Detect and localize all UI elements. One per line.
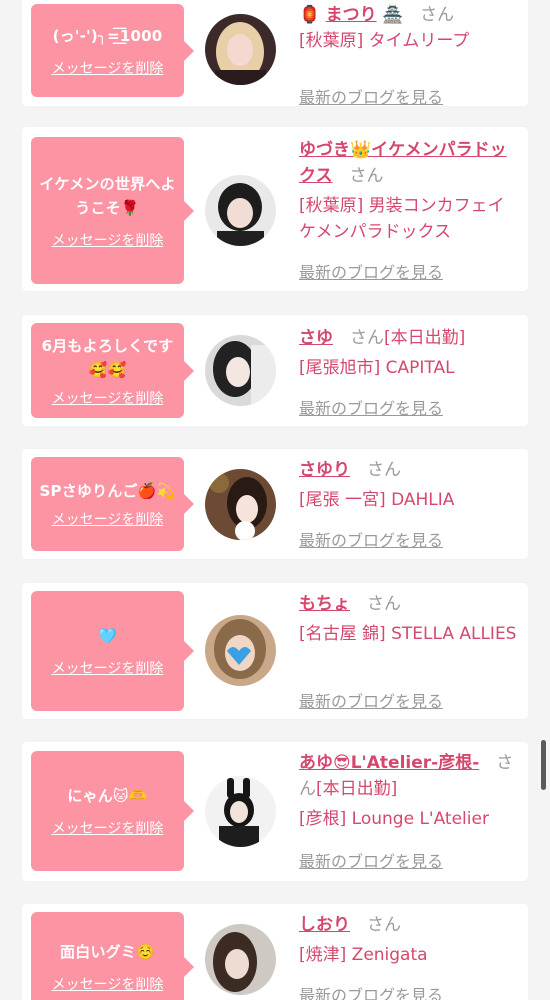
avatar-image bbox=[205, 924, 276, 995]
latest-blog-link[interactable]: 最新のブログを見る bbox=[299, 688, 443, 712]
bubble-message: 🩵 bbox=[98, 627, 117, 645]
honorific: さん bbox=[420, 5, 455, 25]
name-prefix-icon: 🏮 bbox=[299, 5, 321, 25]
avatar-image bbox=[205, 335, 276, 406]
avatar[interactable] bbox=[205, 175, 276, 246]
avatar[interactable] bbox=[205, 469, 276, 540]
cast-info: ゆづき👑イケメンパラドックス さん [秋葉原] 男装コンカフェイケメンパラドック… bbox=[299, 137, 521, 282]
cast-card: 🩵 メッセージを削除 もちょ さん [名古屋 錦] STELLA ALLIES … bbox=[22, 583, 528, 719]
delete-message-link[interactable]: メッセージを削除 bbox=[52, 230, 164, 250]
bubble-message: イケメンの世界へようこそ🌹 bbox=[39, 174, 176, 217]
honorific: さん bbox=[367, 594, 401, 614]
avatar-image bbox=[205, 615, 276, 686]
avatar[interactable] bbox=[205, 924, 276, 995]
shop-name: [名古屋 錦] STELLA ALLIES bbox=[299, 624, 517, 644]
shop-name: [焼津] Zenigata bbox=[299, 945, 428, 965]
avatar-image bbox=[205, 175, 276, 246]
message-bubble: 🩵 メッセージを削除 bbox=[31, 591, 194, 711]
cast-info: さゆ さん[本日出勤] [尾張旭市] CAPITAL 最新のブログを見る bbox=[299, 325, 521, 418]
cast-card: 面白いグミ☺️ メッセージを削除 しおり さん [焼津] Zenigata 最新… bbox=[22, 904, 528, 1000]
cast-name-link[interactable]: ゆづき👑イケメンパラドックス bbox=[299, 140, 507, 186]
message-bubble: 6月もよろしくです🥰🥰 メッセージを削除 bbox=[31, 323, 194, 418]
shop-name: [秋葉原] 男装コンカフェイケメンパラドックス bbox=[299, 196, 505, 242]
work-status: [本日出勤] bbox=[316, 779, 398, 799]
cast-card: イケメンの世界へようこそ🌹 メッセージを削除 ゆづき👑イケメンパラドックス さん… bbox=[22, 127, 528, 291]
avatar-image bbox=[205, 14, 276, 85]
avatar[interactable] bbox=[205, 14, 276, 85]
cast-info: 🏮 まつり 🏯 さん [秋葉原] タイムリープ 最新のブログを見る bbox=[299, 2, 521, 107]
shop-name: [秋葉原] タイムリープ bbox=[299, 31, 470, 51]
cast-info: しおり さん [焼津] Zenigata 最新のブログを見る bbox=[299, 912, 521, 1000]
latest-blog-link[interactable]: 最新のブログを見る bbox=[299, 84, 443, 108]
honorific: さん bbox=[349, 166, 384, 186]
honorific: さん bbox=[367, 460, 401, 480]
shop-name: [尾張旭市] CAPITAL bbox=[299, 358, 455, 378]
cast-info: もちょ さん [名古屋 錦] STELLA ALLIES 最新のブログを見る bbox=[299, 591, 521, 711]
cast-name-link[interactable]: もちょ bbox=[299, 594, 350, 614]
honorific: さん bbox=[367, 915, 401, 935]
cast-card: 6月もよろしくです🥰🥰 メッセージを削除 さゆ さん[本日出勤] [尾張旭市] … bbox=[22, 315, 528, 426]
latest-blog-link[interactable]: 最新のブログを見る bbox=[299, 395, 443, 419]
cast-name-link[interactable]: しおり bbox=[299, 915, 350, 935]
avatar-image bbox=[205, 469, 276, 540]
message-bubble: SPさゆりんご🍎💫 メッセージを削除 bbox=[31, 457, 194, 551]
message-bubble: 面白いグミ☺️ メッセージを削除 bbox=[31, 912, 194, 1000]
shop-name: [彦根] Lounge L'Atelier bbox=[299, 809, 489, 829]
latest-blog-link[interactable]: 最新のブログを見る bbox=[299, 982, 443, 1000]
latest-blog-link[interactable]: 最新のブログを見る bbox=[299, 259, 443, 283]
delete-message-link[interactable]: メッセージを削除 bbox=[52, 658, 164, 678]
honorific: さん bbox=[350, 328, 384, 348]
cast-info: あゆ😎L'Atelier-彦根- さん[本日出勤] [彦根] Lounge L'… bbox=[299, 750, 521, 871]
bubble-message: にゃん🐱🫶 bbox=[67, 787, 148, 805]
cast-card: SPさゆりんご🍎💫 メッセージを削除 さゆり さん [尾張 一宮] DAHLIA… bbox=[22, 449, 528, 559]
delete-message-link[interactable]: メッセージを削除 bbox=[52, 974, 164, 994]
delete-message-link[interactable]: メッセージを削除 bbox=[52, 818, 164, 838]
cast-name-link[interactable]: さゆ bbox=[299, 328, 333, 348]
cast-card: (っ'-')╮=͟͟͞1000 メッセージを削除 🏮 まつり 🏯 さん [秋葉原… bbox=[22, 0, 528, 107]
delete-message-link[interactable]: メッセージを削除 bbox=[52, 58, 164, 78]
cast-name-link[interactable]: さゆり bbox=[299, 460, 350, 480]
favorite-cast-list: (っ'-')╮=͟͟͞1000 メッセージを削除 🏮 まつり 🏯 さん [秋葉原… bbox=[0, 0, 550, 1000]
shop-name: [尾張 一宮] DAHLIA bbox=[299, 490, 455, 510]
message-bubble: (っ'-')╮=͟͟͞1000 メッセージを削除 bbox=[31, 4, 194, 97]
cast-card: にゃん🐱🫶 メッセージを削除 あゆ😎L'Atelier-彦根- さん[本日出勤]… bbox=[22, 742, 528, 881]
name-suffix-icon: 🏯 bbox=[381, 5, 404, 25]
cast-info: さゆり さん [尾張 一宮] DAHLIA 最新のブログを見る bbox=[299, 457, 521, 550]
bubble-message: 6月もよろしくです🥰🥰 bbox=[41, 336, 174, 379]
delete-message-link[interactable]: メッセージを削除 bbox=[52, 388, 164, 408]
avatar[interactable] bbox=[205, 615, 276, 686]
avatar[interactable] bbox=[205, 776, 276, 847]
bubble-message: 面白いグミ☺️ bbox=[60, 943, 155, 961]
message-bubble: にゃん🐱🫶 メッセージを削除 bbox=[31, 751, 194, 871]
avatar-image bbox=[205, 776, 276, 847]
scrollbar[interactable] bbox=[541, 740, 546, 790]
bubble-message: SPさゆりんご🍎💫 bbox=[39, 482, 176, 500]
latest-blog-link[interactable]: 最新のブログを見る bbox=[299, 848, 443, 872]
latest-blog-link[interactable]: 最新のブログを見る bbox=[299, 527, 443, 551]
work-status: [本日出勤] bbox=[384, 328, 466, 348]
avatar[interactable] bbox=[205, 335, 276, 406]
cast-name-link[interactable]: まつり bbox=[326, 5, 377, 25]
message-bubble: イケメンの世界へようこそ🌹 メッセージを削除 bbox=[31, 137, 194, 284]
cast-name-link[interactable]: あゆ😎L'Atelier-彦根- bbox=[299, 753, 479, 773]
delete-message-link[interactable]: メッセージを削除 bbox=[52, 509, 164, 529]
bubble-message: (っ'-')╮=͟͟͞1000 bbox=[52, 26, 163, 45]
